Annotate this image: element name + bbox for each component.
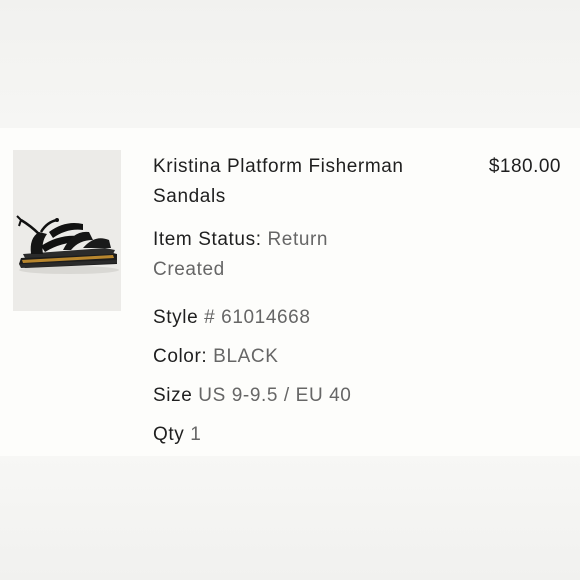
item-status-label: Item Status: [153,229,268,250]
color-row: Color: BLACK [153,342,278,372]
size-label: Size [153,385,199,406]
top-background [0,0,580,128]
color-value: BLACK [213,346,279,367]
product-title[interactable]: Kristina Platform Fisherman Sandals [153,152,453,212]
order-item-card: Kristina Platform Fisherman Sandals $180… [0,128,580,456]
quantity-value: 1 [190,424,202,445]
size-value: US 9-9.5 / EU 40 [198,385,352,406]
quantity-label: Qty [153,424,191,445]
product-image[interactable] [13,150,121,311]
color-label: Color: [153,346,214,367]
product-price: $180.00 [488,156,561,177]
quantity-row: Qty 1 [153,420,201,450]
style-label: Style [153,307,205,328]
size-row: Size US 9-9.5 / EU 40 [153,381,351,411]
sandal-image-graphic [13,150,121,311]
bottom-background [0,456,580,580]
item-status-row: Item Status: Return Created [153,225,393,285]
style-row: Style # 61014668 [153,303,311,333]
style-value: # 61014668 [204,307,311,328]
